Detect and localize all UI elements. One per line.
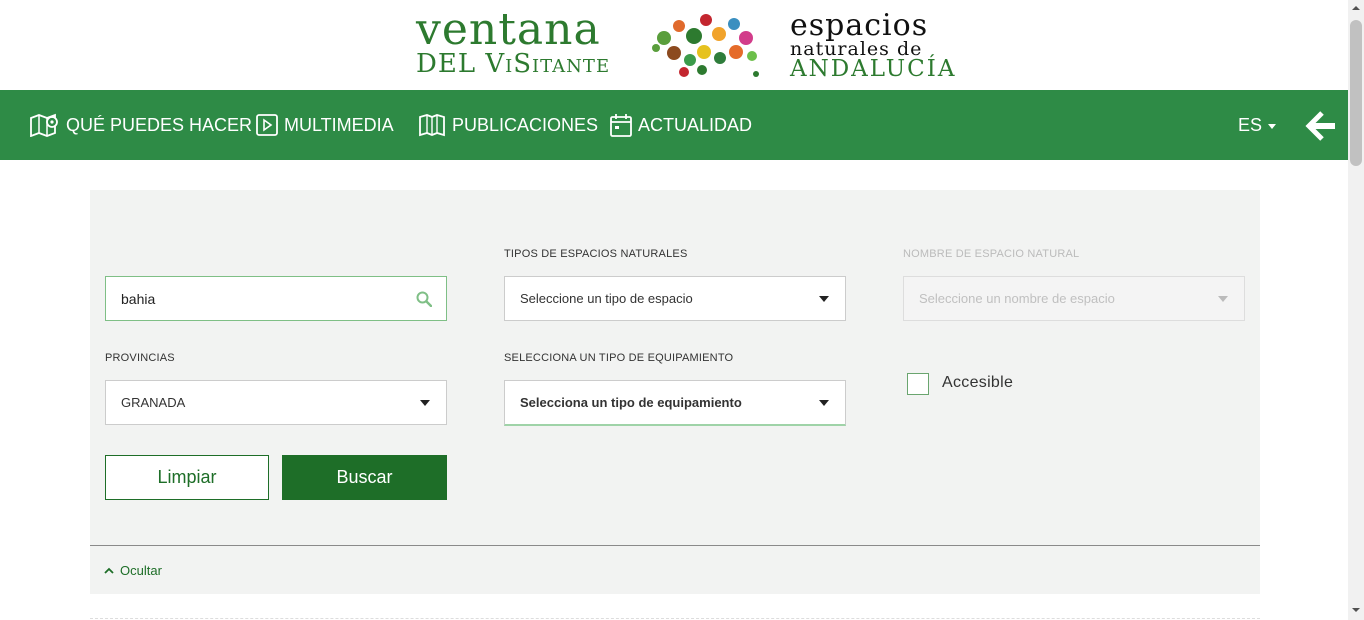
- scroll-down-icon[interactable]: [1348, 604, 1364, 616]
- nature-mosaic-logo-icon: [652, 14, 759, 77]
- space-type-label: TIPOS DE ESPACIOS NATURALES: [504, 248, 688, 260]
- equipment-value: Selecciona un tipo de equipamiento: [520, 395, 742, 410]
- search-button[interactable]: Buscar: [282, 455, 447, 500]
- nav-item-actualidad[interactable]: ACTUALIDAD: [610, 90, 752, 160]
- scroll-up-icon[interactable]: [1348, 2, 1364, 14]
- province-select[interactable]: GRANADA: [105, 380, 447, 425]
- nav-item-que-puedes-hacer[interactable]: QUÉ PUEDES HACER: [30, 90, 252, 160]
- nav-item-publicaciones[interactable]: PUBLICACIONES: [418, 90, 598, 160]
- space-type-select[interactable]: Seleccione un tipo de espacio: [504, 276, 846, 321]
- nav-label: MULTIMEDIA: [284, 114, 394, 135]
- space-name-value: Seleccione un nombre de espacio: [919, 291, 1115, 306]
- ventana-logo[interactable]: ventana DEL ViSitante: [416, 4, 611, 79]
- search-value: bahia: [121, 290, 156, 307]
- page: ventana DEL ViSitante espacios naturales…: [0, 0, 1364, 620]
- province-value: GRANADA: [121, 395, 186, 410]
- hide-filters-label: Ocultar: [120, 563, 162, 578]
- divider: [90, 618, 1260, 619]
- main-nav: QUÉ PUEDES HACER MULTIMEDIA PUBLICACIONE…: [0, 90, 1348, 160]
- logo-right-line1: espacios: [790, 8, 929, 43]
- space-name-label: NOMBRE DE ESPACIO NATURAL: [903, 248, 1080, 260]
- equipment-label: SELECCIONA UN TIPO DE EQUIPAMIENTO: [504, 352, 734, 364]
- equipment-select[interactable]: Selecciona un tipo de equipamiento: [504, 380, 846, 426]
- nav-label: ACTUALIDAD: [638, 114, 753, 135]
- map-pin-icon: [30, 113, 58, 137]
- logo-bar: ventana DEL ViSitante espacios naturales…: [0, 0, 1348, 90]
- chevron-down-icon: [420, 400, 430, 406]
- accessible-label[interactable]: Accesible: [942, 374, 1013, 392]
- nav-label: QUÉ PUEDES HACER: [66, 114, 253, 135]
- logo-title: ventana: [416, 4, 601, 55]
- chevron-down-icon: [1218, 296, 1228, 302]
- clear-button[interactable]: Limpiar: [105, 455, 269, 500]
- chevron-down-icon: [1268, 123, 1277, 129]
- search-icon[interactable]: [416, 291, 432, 307]
- chevron-down-icon: [819, 296, 829, 302]
- language-label: ES: [1238, 114, 1263, 135]
- hide-filters-toggle[interactable]: Ocultar: [104, 563, 162, 578]
- espacios-naturales-logo[interactable]: espacios naturales de ANDALUCÍA: [790, 8, 957, 82]
- nav-label: PUBLICACIONES: [452, 114, 599, 135]
- language-selector[interactable]: ES: [1238, 90, 1277, 160]
- logo-right-line3: ANDALUCÍA: [790, 56, 957, 82]
- chevron-up-icon: [104, 567, 114, 574]
- arrow-left-icon[interactable]: [1304, 110, 1336, 142]
- space-type-value: Seleccione un tipo de espacio: [520, 291, 693, 306]
- scroll-thumb[interactable]: [1350, 20, 1362, 166]
- calendar-icon: [610, 114, 632, 137]
- play-icon: [256, 114, 278, 136]
- logo-subtitle: DEL ViSitante: [416, 49, 611, 79]
- scrollbar[interactable]: [1348, 0, 1364, 620]
- book-icon: [419, 114, 445, 137]
- chevron-down-icon: [819, 400, 829, 406]
- search-input[interactable]: bahia: [105, 276, 447, 321]
- divider: [90, 545, 1260, 546]
- space-name-select: Seleccione un nombre de espacio: [903, 276, 1245, 321]
- province-label: PROVINCIAS: [105, 352, 175, 364]
- accessible-checkbox[interactable]: [907, 373, 929, 395]
- nav-item-multimedia[interactable]: MULTIMEDIA: [256, 90, 394, 160]
